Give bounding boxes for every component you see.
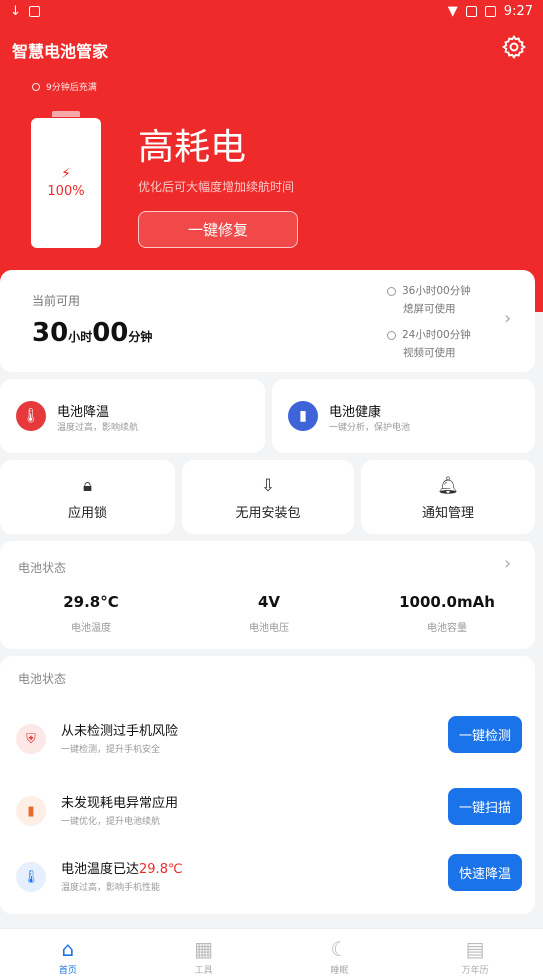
stat-label: 电池电压 (249, 623, 289, 634)
tools-icon: ▦ (194, 937, 214, 961)
thermometer-icon: 🌡 (16, 401, 46, 431)
section-title: 电池状态 (18, 561, 67, 575)
temperature-stat: 29.8°C 电池温度 (31, 593, 151, 634)
power-status-title: 高耗电 (138, 127, 247, 168)
stat-label: 电池容量 (427, 623, 467, 634)
chevron-right-icon: › (504, 308, 512, 329)
minutes-unit: 分钟 (128, 330, 153, 344)
check-subtitle: 一键优化，提升电池续航 (61, 817, 161, 827)
quick-cool-button[interactable]: 快速降温 (448, 854, 522, 891)
lightning-icon: ⚡ (61, 166, 71, 182)
download-icon: ↓ (10, 3, 21, 19)
tool-label: 通知管理 (421, 506, 474, 521)
nav-label: 万年历 (461, 966, 489, 976)
nav-calendar[interactable]: ▤ 万年历 (407, 929, 543, 980)
battery-status-icon (484, 5, 496, 17)
wifi-icon: ▼ (447, 3, 458, 19)
thermometer-icon: 🌡 (16, 862, 46, 892)
standby-time: 36小时00分钟 (402, 285, 471, 297)
check-title: 电池温度已达29.8℃ (61, 858, 183, 877)
hours-unit: 小时 (68, 330, 93, 344)
battery-health-card[interactable]: ▮ 电池健康 一键分析，保护电池 (272, 379, 535, 453)
battery-health-icon: ▮ (288, 401, 318, 431)
useless-package-tile[interactable]: ⇩ 无用安装包 (182, 460, 354, 534)
battery-percent: 100% (47, 184, 85, 199)
moon-icon (387, 286, 396, 296)
one-click-scan-button[interactable]: 一键扫描 (448, 788, 522, 825)
check-title-prefix: 电池温度已达 (61, 862, 140, 877)
feature-subtitle: 一键分析，保护电池 (329, 423, 411, 433)
check-title: 未发现耗电异常应用 (61, 796, 179, 811)
notification-icon (28, 5, 40, 17)
app-lock-tile[interactable]: 🔒︎ 应用锁 (0, 460, 175, 534)
minutes-value: 00 (92, 318, 129, 348)
video-info: 24小时00分钟 视频可使用 (387, 326, 471, 362)
check-subtitle: 一键检测，提升手机安全 (61, 745, 161, 755)
list-item: 🌡 电池温度已达29.8℃ 温度过高，影响手机性能 快速降温 (0, 848, 535, 908)
hours-value: 30 (32, 318, 69, 348)
nav-home[interactable]: ⌂ 首页 (0, 929, 136, 980)
shield-icon: ⛨ (16, 724, 46, 754)
nav-sleep[interactable]: ☾ 睡眠 (272, 929, 408, 980)
bottom-nav: ⌂ 首页 ▦ 工具 ☾ 睡眠 ▤ 万年历 (0, 928, 543, 980)
charge-hint: 9分钟后充满 (32, 80, 97, 93)
section-title: 电池状态 (18, 672, 67, 686)
checks-card: 电池状态 ⛨ 从未检测过手机风险 一键检测，提升手机安全 一键检测 ▮ 未发现耗… (0, 656, 535, 914)
gear-icon[interactable] (501, 34, 527, 60)
lock-icon: 🔒︎ (82, 476, 93, 496)
video-time: 24小时00分钟 (402, 329, 471, 341)
available-time: 30小时00分钟 (32, 318, 152, 348)
battery-graphic: ⚡ 100% (31, 118, 101, 248)
available-label: 当前可用 (32, 294, 81, 308)
check-subtitle: 温度过高，影响手机性能 (61, 883, 161, 893)
video-label: 视频可使用 (403, 347, 456, 359)
app-title: 智慧电池管家 (12, 42, 109, 61)
tool-label: 应用锁 (67, 506, 107, 521)
clock-time: 9:27 (503, 3, 533, 19)
available-time-card[interactable]: 当前可用 30小时00分钟 36小时00分钟 熄屏可使用 24小时00分钟 视频… (0, 270, 535, 372)
stat-value: 1000.0mAh (399, 593, 495, 611)
bell-icon: 🔔︎ (437, 476, 459, 496)
package-icon: ⇩ (260, 476, 276, 496)
chevron-right-icon: › (504, 553, 512, 574)
list-item: ▮ 未发现耗电异常应用 一键优化，提升电池续航 一键扫描 (0, 782, 535, 842)
standby-info: 36小时00分钟 熄屏可使用 (387, 282, 471, 318)
temperature-value: 29.8℃ (139, 862, 183, 877)
feature-subtitle: 温度过高，影响续航 (57, 423, 139, 433)
battery-cooling-card[interactable]: 🌡 电池降温 温度过高，影响续航 (0, 379, 265, 453)
voltage-stat: 4V 电池电压 (209, 593, 329, 634)
calendar-icon: ▤ (465, 937, 485, 961)
battery-cap (52, 111, 80, 117)
nav-label: 睡眠 (330, 966, 349, 976)
stat-value: 29.8°C (63, 593, 119, 611)
status-bar: ↓ ▼ 9:27 (0, 0, 543, 22)
nav-label: 工具 (194, 966, 213, 976)
moon-icon: ☾ (330, 937, 349, 961)
tool-label: 无用安装包 (235, 506, 301, 521)
signal-icon (465, 5, 477, 17)
battery-icon: ▮ (16, 796, 46, 826)
battery-state-card[interactable]: 电池状态 › 29.8°C 电池温度 4V 电池电压 1000.0mAh 电池容… (0, 541, 535, 649)
one-click-detect-button[interactable]: 一键检测 (448, 716, 522, 753)
feature-title: 电池降温 (57, 405, 110, 420)
one-click-fix-button[interactable]: 一键修复 (138, 211, 298, 248)
nav-tools[interactable]: ▦ 工具 (136, 929, 272, 980)
hero-panel: 智慧电池管家 9分钟后充满 ⚡ 100% 高耗电 优化后可大幅度增加续航时间 一… (0, 22, 543, 312)
check-title: 从未检测过手机风险 (61, 724, 179, 739)
charge-hint-text: 9分钟后充满 (46, 83, 97, 93)
list-item: ⛨ 从未检测过手机风险 一键检测，提升手机安全 一键检测 (0, 710, 535, 770)
clock-icon (32, 82, 40, 91)
power-status-subtitle: 优化后可大幅度增加续航时间 (138, 180, 295, 194)
stat-value: 4V (257, 593, 281, 611)
notification-manager-tile[interactable]: 🔔︎ 通知管理 (361, 460, 535, 534)
nav-label: 首页 (58, 966, 77, 976)
home-icon: ⌂ (61, 937, 75, 961)
feature-title: 电池健康 (329, 405, 382, 420)
play-icon (387, 330, 396, 340)
stat-label: 电池温度 (71, 623, 111, 634)
standby-label: 熄屏可使用 (403, 303, 456, 315)
capacity-stat: 1000.0mAh 电池容量 (387, 593, 507, 634)
